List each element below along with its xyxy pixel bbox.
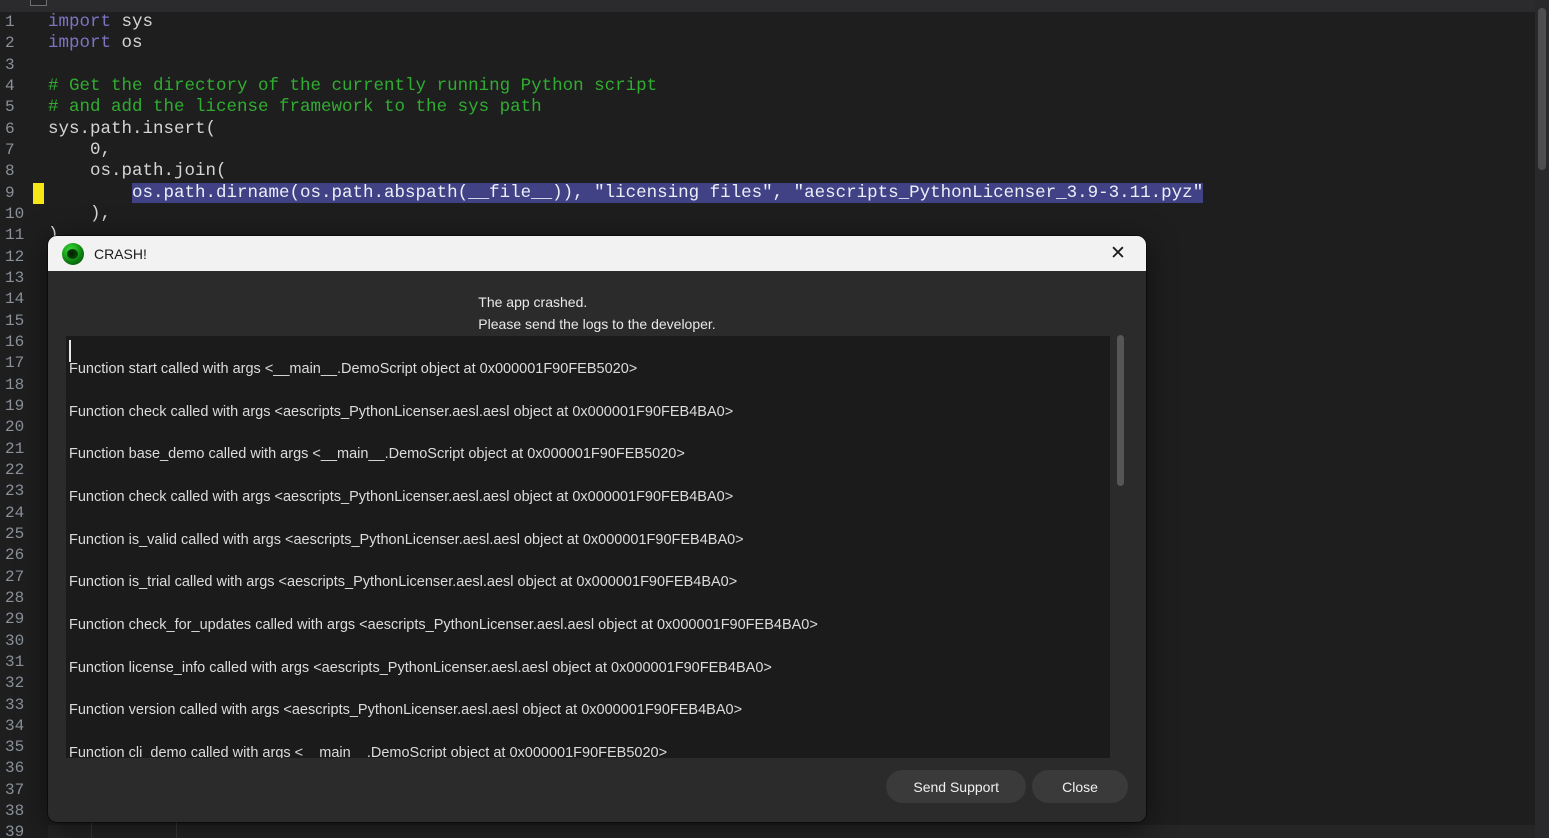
active-line-marker xyxy=(33,183,44,204)
log-line: Function base_demo called with args <__m… xyxy=(69,446,685,463)
code-line[interactable]: import sys xyxy=(48,12,1533,33)
crash-message: The app crashed. Please send the logs to… xyxy=(478,292,715,335)
line-number-gutter[interactable]: 1 2 3 4 5 6 7 8 9 10 11 12 13 14 15 16 17 18 19 20 21 22 23 24 2… xyxy=(0,12,46,838)
window-top-strip xyxy=(0,0,1549,12)
line-number[interactable]: 27 xyxy=(0,567,46,588)
code-line[interactable]: ), xyxy=(48,204,1533,225)
code-editor[interactable]: import sys import os # Get the directory o… xyxy=(48,12,1533,247)
line-number[interactable]: 39 xyxy=(0,822,46,838)
line-number[interactable]: 15 xyxy=(0,311,46,332)
log-scrollbar-thumb[interactable] xyxy=(1117,335,1124,486)
code-token: # Get the directory of the currently run… xyxy=(48,75,658,96)
line-number[interactable]: 8 xyxy=(0,161,46,182)
crash-log-box[interactable]: Function start called with args <__main_… xyxy=(66,336,1110,758)
line-number[interactable]: 6 xyxy=(0,119,46,140)
line-number[interactable]: 30 xyxy=(0,631,46,652)
code-token: # and add the license framework to the s… xyxy=(48,97,542,118)
line-number[interactable]: 28 xyxy=(0,588,46,609)
line-number[interactable]: 18 xyxy=(0,375,46,396)
code-token: sys xyxy=(111,12,154,32)
line-number[interactable]: 31 xyxy=(0,652,46,673)
line-number[interactable]: 37 xyxy=(0,780,46,801)
text-caret xyxy=(69,340,71,362)
current-line-highlight xyxy=(48,825,1535,838)
code-token: 0, xyxy=(48,139,112,160)
line-number[interactable]: 21 xyxy=(0,439,46,460)
indent-guide xyxy=(176,822,177,838)
send-support-button[interactable]: Send Support xyxy=(886,770,1026,803)
line-number[interactable]: 3 xyxy=(0,55,46,76)
code-line[interactable]: os.path.join( xyxy=(48,161,1533,182)
editor-scrollbar[interactable] xyxy=(1535,0,1549,838)
app-screen: 1 2 3 4 5 6 7 8 9 10 11 12 13 14 15 16 17 18 19 20 21 22 23 24 2… xyxy=(0,0,1549,838)
editor-scrollbar-thumb[interactable] xyxy=(1538,8,1546,170)
close-icon[interactable]: ✕ xyxy=(1104,240,1132,268)
code-line[interactable] xyxy=(48,55,1533,76)
code-token: import xyxy=(48,12,112,32)
line-number[interactable]: 25 xyxy=(0,524,46,545)
crash-message-line1: The app crashed. xyxy=(478,294,588,310)
code-line[interactable]: import os xyxy=(48,33,1533,54)
code-line[interactable]: os.path.dirname(os.path.abspath(__file__… xyxy=(48,182,1533,204)
line-number[interactable]: 22 xyxy=(0,460,46,481)
line-number[interactable]: 35 xyxy=(0,737,46,758)
line-number[interactable]: 29 xyxy=(0,609,46,630)
line-number[interactable]: 4 xyxy=(0,76,46,97)
line-number[interactable]: 32 xyxy=(0,673,46,694)
code-token: os.path.dirname(os.path.abspath(__file__… xyxy=(132,182,1204,203)
line-number[interactable]: 7 xyxy=(0,140,46,161)
code-token: os.path.join( xyxy=(48,161,227,182)
close-button[interactable]: Close xyxy=(1032,770,1128,803)
line-number[interactable]: 24 xyxy=(0,503,46,524)
dialog-title: CRASH! xyxy=(94,245,147,262)
code-line[interactable]: 0, xyxy=(48,140,1533,161)
crash-message-line2: Please send the logs to the developer. xyxy=(478,315,716,332)
log-line: Function check called with args <aescrip… xyxy=(69,488,734,505)
code-line[interactable]: sys.path.insert( xyxy=(48,119,1533,140)
line-number[interactable]: 12 xyxy=(0,247,46,268)
code-token: ), xyxy=(48,203,112,224)
dialog-button-row: Send Support Close xyxy=(886,770,1128,803)
code-token: sys.path.insert( xyxy=(48,118,217,139)
log-line: Function is_trial called with args <aesc… xyxy=(69,574,738,591)
line-number[interactable]: 38 xyxy=(0,801,46,822)
log-line: Function check called with args <aescrip… xyxy=(69,403,734,420)
line-number[interactable]: 10 xyxy=(0,204,46,225)
app-green-ball-icon xyxy=(62,242,84,265)
log-line: Function check_for_updates called with a… xyxy=(69,616,818,633)
line-number[interactable]: 36 xyxy=(0,758,46,779)
line-number[interactable]: 14 xyxy=(0,289,46,310)
code-token: import xyxy=(48,33,112,54)
log-line: Function start called with args <__main_… xyxy=(69,361,638,377)
line-number[interactable]: 34 xyxy=(0,716,46,737)
log-line: Function cli_demo called with args <__ma… xyxy=(69,744,668,758)
line-number[interactable]: 26 xyxy=(0,545,46,566)
line-number[interactable]: 33 xyxy=(0,695,46,716)
line-number[interactable]: 20 xyxy=(0,417,46,438)
crash-log-lines: Function start called with args <__main_… xyxy=(66,336,1110,758)
line-number[interactable]: 1 xyxy=(0,12,46,33)
line-number[interactable]: 11 xyxy=(0,225,46,246)
crash-dialog: CRASH! ✕ The app crashed. Please send th… xyxy=(48,236,1146,822)
code-token: os xyxy=(111,33,143,54)
log-line: Function license_info called with args <… xyxy=(69,659,772,676)
line-number[interactable]: 16 xyxy=(0,332,46,353)
line-number[interactable]: 23 xyxy=(0,481,46,502)
log-line: Function version called with args <aescr… xyxy=(69,702,743,719)
window-fragment xyxy=(30,0,47,6)
line-number[interactable]: 5 xyxy=(0,97,46,118)
line-number[interactable]: 17 xyxy=(0,353,46,374)
indent-guide xyxy=(91,822,92,838)
line-number[interactable]: 2 xyxy=(0,33,46,54)
code-line[interactable]: # and add the license framework to the s… xyxy=(48,97,1533,118)
line-number[interactable]: 19 xyxy=(0,396,46,417)
log-line: Function is_valid called with args <aesc… xyxy=(69,531,744,548)
crash-dialog-titlebar[interactable]: CRASH! ✕ xyxy=(48,236,1146,271)
code-line[interactable]: # Get the directory of the currently run… xyxy=(48,76,1533,97)
line-number[interactable]: 13 xyxy=(0,268,46,289)
